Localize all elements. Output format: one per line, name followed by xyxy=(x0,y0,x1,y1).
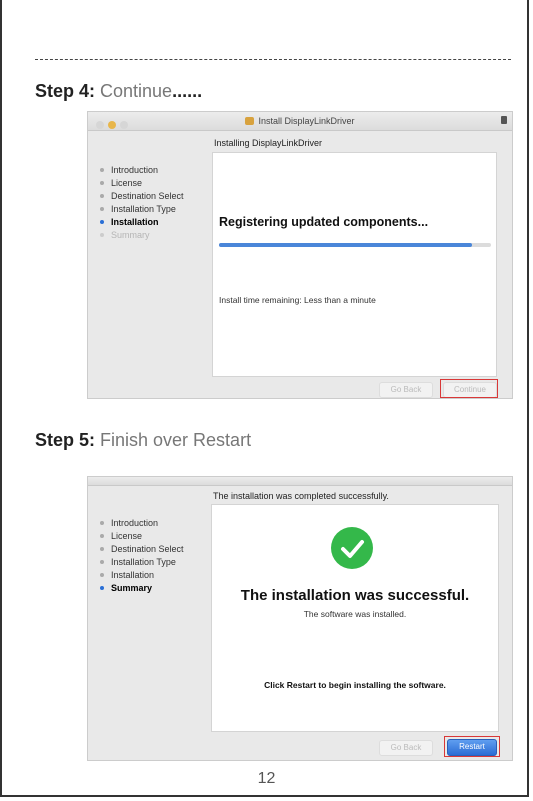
step-destination-select: Destination Select xyxy=(100,543,184,556)
step-4-dots: ...... xyxy=(172,81,203,101)
step-installation: Installation xyxy=(100,216,184,229)
success-check-icon xyxy=(331,527,373,569)
package-icon xyxy=(245,117,255,125)
step-4-text: Continue xyxy=(95,81,173,101)
installer-window-installing: Install DisplayLinkDriver Installing Dis… xyxy=(87,111,513,399)
status-text: Registering updated components... xyxy=(219,215,429,229)
step-4-label: Step 4: xyxy=(35,81,96,101)
success-subtitle: The software was installed. xyxy=(303,609,407,619)
window-titlebar-cropped xyxy=(88,477,512,486)
page-border-bottom xyxy=(0,795,529,797)
step-summary: Summary xyxy=(100,229,184,242)
step-4-heading: Step 4: Continue...... xyxy=(35,81,202,102)
installer-steps-sidebar: Introduction License Destination Select … xyxy=(100,164,184,242)
go-back-button[interactable]: Go Back xyxy=(379,382,433,398)
step-license: License xyxy=(100,177,184,190)
time-remaining-text: Install time remaining: Less than a minu… xyxy=(219,295,376,305)
step-license: License xyxy=(100,530,184,543)
step-5-label: Step 5: xyxy=(35,430,96,450)
step-summary: Summary xyxy=(100,582,184,595)
step-installation-type: Installation Type xyxy=(100,556,184,569)
installer-content-panel: The installation was successful. The sof… xyxy=(211,504,499,732)
success-title: The installation was successful. xyxy=(240,587,470,604)
window-titlebar: Install DisplayLinkDriver xyxy=(88,112,512,131)
continue-highlight-box xyxy=(440,379,498,398)
restart-highlight-box xyxy=(444,736,500,757)
installer-heading: The installation was completed successfu… xyxy=(213,491,389,501)
traffic-lights[interactable] xyxy=(96,117,132,135)
go-back-button[interactable]: Go Back xyxy=(379,740,433,756)
step-destination-select: Destination Select xyxy=(100,190,184,203)
lock-icon[interactable] xyxy=(501,116,507,124)
installer-heading: Installing DisplayLinkDriver xyxy=(214,138,323,148)
step-introduction: Introduction xyxy=(100,517,184,530)
window-title: Install DisplayLinkDriver xyxy=(258,116,355,126)
progress-fill xyxy=(219,243,472,247)
page-border-left xyxy=(0,0,2,795)
section-divider xyxy=(35,59,511,60)
step-installation-type: Installation Type xyxy=(100,203,184,216)
page-border-right xyxy=(527,0,529,795)
step-installation: Installation xyxy=(100,569,184,582)
installer-window-summary: The installation was completed successfu… xyxy=(87,476,513,761)
step-introduction: Introduction xyxy=(100,164,184,177)
installer-content-panel: Registering updated components... Instal… xyxy=(212,152,497,377)
restart-instruction: Click Restart to begin installing the so… xyxy=(264,680,446,690)
step-5-text: Finish over Restart xyxy=(95,430,252,450)
page-number: 12 xyxy=(257,770,276,787)
progress-track xyxy=(219,243,491,247)
installer-steps-sidebar: Introduction License Destination Select … xyxy=(100,517,184,595)
step-5-heading: Step 5: Finish over Restart xyxy=(35,430,251,451)
